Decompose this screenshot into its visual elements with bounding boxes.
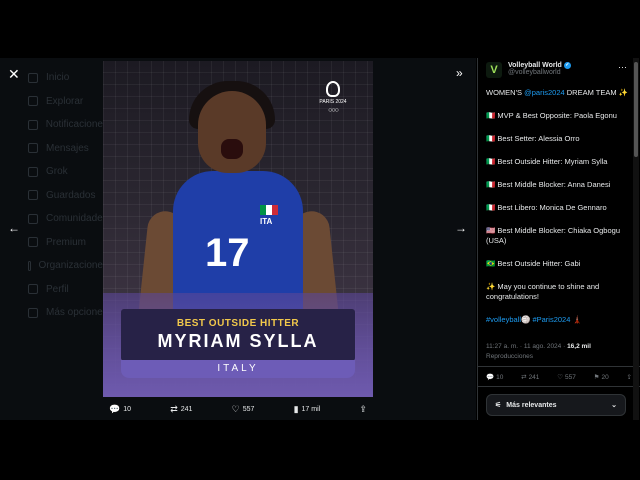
author-name-row: Volleyball World ✓ xyxy=(508,62,571,69)
bg-nav-item: Inicio xyxy=(28,66,108,90)
bg-nav-item: Comunidades xyxy=(28,207,108,231)
reply-sort-dropdown[interactable]: ⚟ Más relevantes ⌄ xyxy=(486,394,626,416)
bg-nav-item: Perfil xyxy=(28,278,108,302)
tweet-line: 🇮🇹 Best Outside Hitter: Myriam Sylla xyxy=(486,157,608,166)
paris-2024-logo: PARIS 2024 ○○○ xyxy=(318,81,348,114)
tweet-line: 🇧🇷 Best Outside Hitter: Gabi xyxy=(486,259,581,268)
media-reply-button[interactable]: 💬 10 xyxy=(109,404,131,415)
tweet-hashtags: #volleyball🏐 #Paris2024 🗼 xyxy=(486,315,582,324)
author[interactable]: V Volleyball World ✓ @volleyballworld xyxy=(486,62,571,78)
flame-icon xyxy=(326,81,340,97)
close-icon[interactable]: ✕ xyxy=(8,66,20,83)
italy-flag-icon xyxy=(260,205,278,215)
bg-nav-item: Más opciones xyxy=(28,301,108,325)
reply-icon: 💬 xyxy=(109,403,121,414)
tweet-line: 🇮🇹 Best Libero: Monica De Gennaro xyxy=(486,203,607,212)
tweet-text: WOMEN'S @paris2024 DREAM TEAM ✨ 🇮🇹 MVP &… xyxy=(486,88,632,338)
background-nav: Inicio Explorar Notificaciones Mensajes … xyxy=(28,66,108,325)
tweet-panel: V Volleyball World ✓ @volleyballworld ⋯ … xyxy=(477,58,640,420)
chevron-down-icon: ⌄ xyxy=(611,402,617,409)
tweet-timestamp: 11:27 a. m. · 11 ago. 2024 · 16,2 mil xyxy=(486,343,591,350)
media-repost-button[interactable]: ⇄ 241 xyxy=(170,404,192,415)
logo-text: PARIS 2024 xyxy=(319,99,347,105)
verified-icon: ✓ xyxy=(563,62,571,69)
more-options-icon[interactable]: ⋯ xyxy=(618,62,627,73)
views-icon: ▮ xyxy=(293,403,299,414)
tweet-line: 🇮🇹 Best Middle Blocker: Anna Danesi xyxy=(486,180,611,189)
player-head xyxy=(198,91,266,173)
tweet-image[interactable]: ITA 17 PARIS 2024 ○○○ BEST OUTSIDE HITTE… xyxy=(103,61,373,397)
screen: Inicio Explorar Notificaciones Mensajes … xyxy=(0,0,640,480)
tweet-line: 🇮🇹 MVP & Best Opposite: Paola Egonu xyxy=(486,111,617,120)
scrollbar-thumb[interactable] xyxy=(634,62,638,157)
bg-nav-item: Explorar xyxy=(28,90,108,114)
share-icon: ⇪ xyxy=(626,374,632,381)
share-button[interactable]: ⇪ xyxy=(627,373,632,381)
arrow-right-icon[interactable]: → xyxy=(455,221,467,235)
jersey-number: 17 xyxy=(205,231,250,275)
media-like-button[interactable]: ♡ 557 xyxy=(232,404,255,415)
author-handle[interactable]: @volleyballworld xyxy=(508,69,571,76)
hashtag-link[interactable]: #Paris2024 xyxy=(532,315,570,324)
collapse-panel-icon[interactable]: » xyxy=(456,66,463,80)
like-button[interactable]: ♡ 557 xyxy=(557,373,576,382)
divider xyxy=(478,386,640,387)
hashtag-link[interactable]: #volleyball🏐 xyxy=(486,315,530,324)
caption-name: MYRIAM SYLLA xyxy=(157,331,319,351)
tweet-line: 🇺🇸 Best Middle Blocker: Chiaka Ogbogu (U… xyxy=(486,226,620,245)
bg-nav-item: Grok xyxy=(28,160,108,184)
tweet-stats: 💬 10 ⇄ 241 ♡ 557 ⚑ 20 ⇪ xyxy=(486,373,632,382)
views-count: 16,2 mil xyxy=(567,343,591,350)
sliders-icon: ⚟ xyxy=(495,402,502,409)
repost-icon: ⇄ xyxy=(521,374,527,381)
mention-link[interactable]: @paris2024 xyxy=(524,88,565,97)
avatar[interactable]: V xyxy=(486,62,502,78)
player-mouth xyxy=(221,139,243,159)
heart-icon: ♡ xyxy=(557,374,564,381)
tweet-line: 🇮🇹 Best Setter: Alessia Orro xyxy=(486,134,580,143)
bg-nav-item: Organizaciones xyxy=(28,254,108,278)
bg-nav-item: Notificaciones xyxy=(28,113,108,137)
repost-button[interactable]: ⇄ 241 xyxy=(521,373,539,382)
media-action-bar: 💬 10 ⇄ 241 ♡ 557 ▮ 17 mil ⇪ xyxy=(103,400,373,418)
jersey-country: ITA xyxy=(260,217,273,226)
olympic-rings-icon: ○○○ xyxy=(328,107,339,114)
author-name[interactable]: Volleyball World xyxy=(508,62,562,69)
media-views-button[interactable]: ▮ 17 mil xyxy=(294,404,321,415)
bg-nav-item: Guardados xyxy=(28,184,108,208)
bg-nav-item: Mensajes xyxy=(28,137,108,161)
heart-icon: ♡ xyxy=(231,403,240,414)
bg-nav-item: Premium xyxy=(28,231,108,255)
caption-country: ITALY xyxy=(121,360,355,378)
repost-icon: ⇄ xyxy=(170,403,178,414)
bookmark-icon: ⚑ xyxy=(593,374,600,381)
media-share-button[interactable]: ⇪ xyxy=(359,404,367,415)
tweet-intro: WOMEN'S @paris2024 DREAM TEAM ✨ xyxy=(486,88,629,97)
tweet-line: ✨ May you continue to shine and congratu… xyxy=(486,282,600,301)
share-icon: ⇪ xyxy=(359,403,367,414)
reply-sort-label: Más relevantes xyxy=(506,401,557,409)
reply-button[interactable]: 💬 10 xyxy=(486,373,503,382)
divider xyxy=(478,366,640,367)
caption-role: BEST OUTSIDE HITTER xyxy=(176,318,300,329)
arrow-left-icon[interactable]: ← xyxy=(8,221,20,235)
views-label: Reproducciones xyxy=(486,353,533,360)
reply-icon: 💬 xyxy=(486,374,495,381)
bookmark-button[interactable]: ⚑ 20 xyxy=(593,373,609,382)
